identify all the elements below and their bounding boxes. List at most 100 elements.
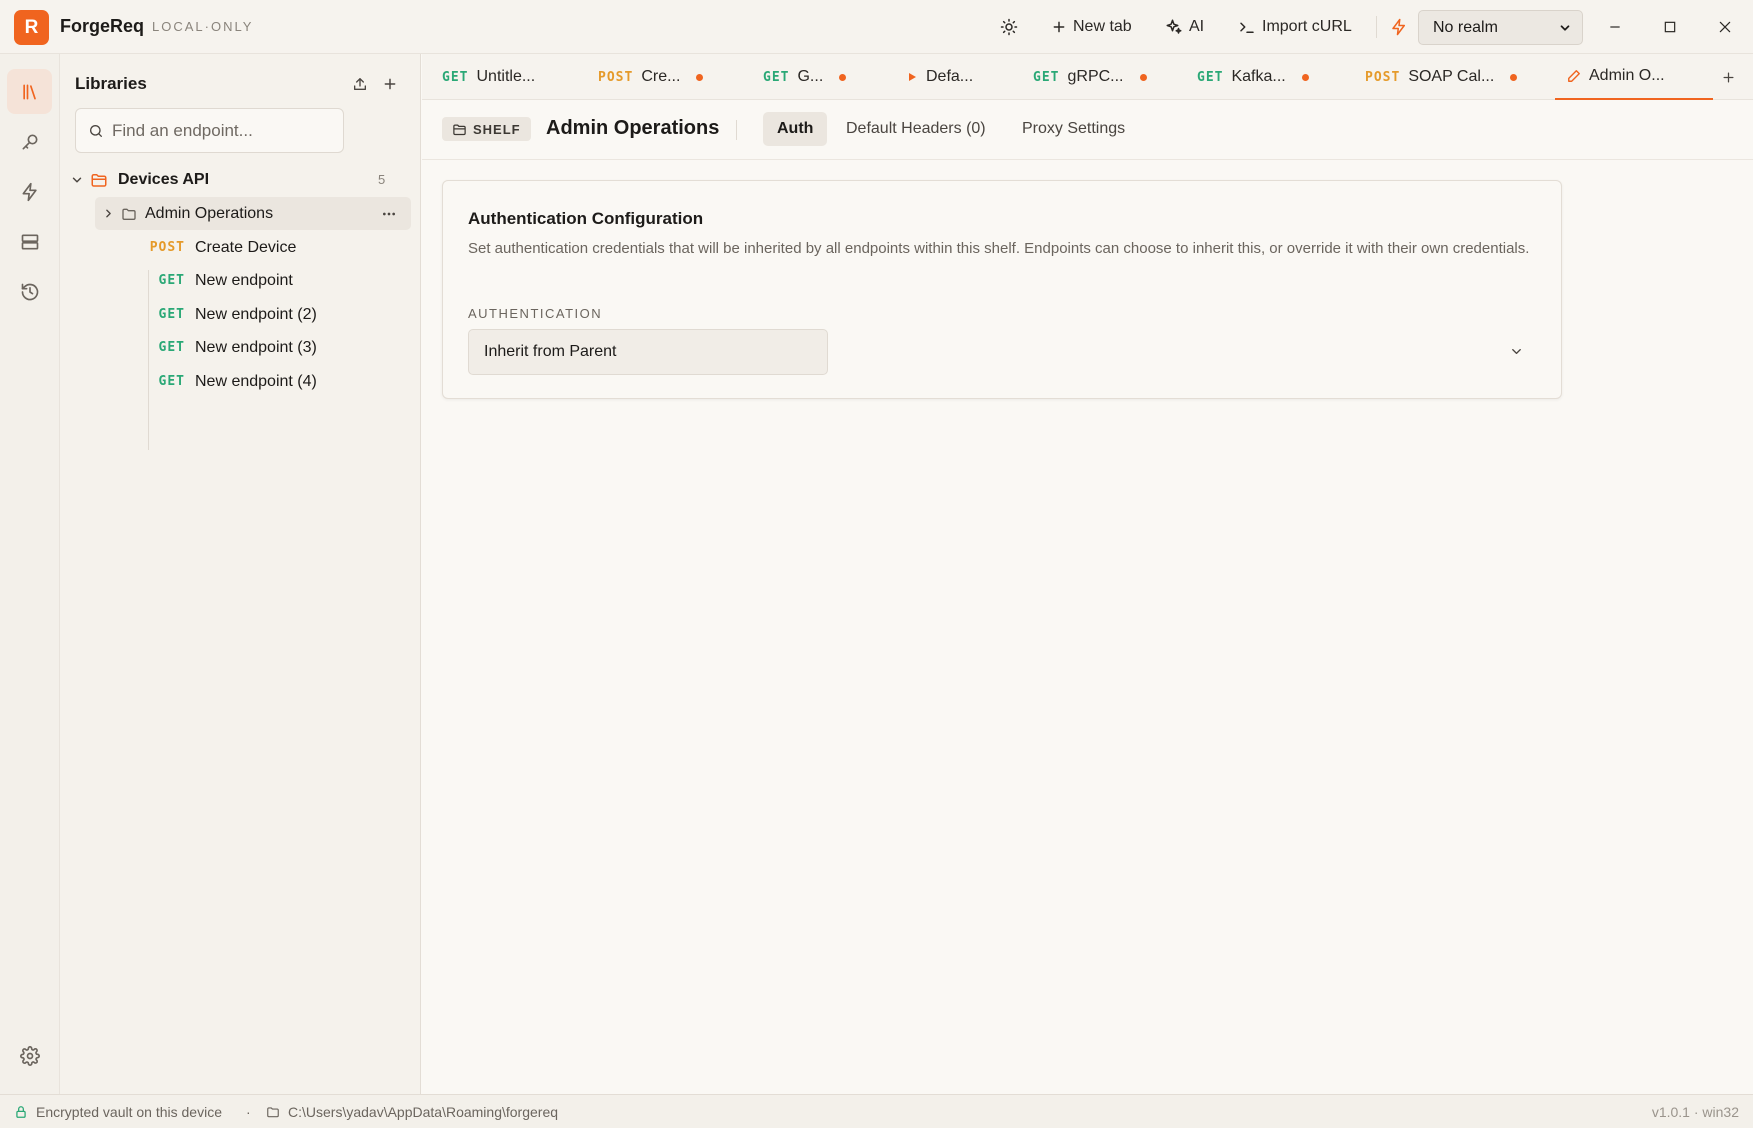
version-label: v1.0.1 · win32: [1651, 1104, 1739, 1120]
sparkles-icon: [1165, 18, 1183, 36]
sun-icon: [1000, 18, 1018, 36]
request-tab[interactable]: POST Cre...: [598, 54, 704, 100]
sidebar-title: Libraries: [75, 74, 147, 93]
rail-history-button[interactable]: [7, 269, 52, 314]
rail-libraries-button[interactable]: [7, 69, 52, 114]
server-icon: [20, 232, 40, 252]
method-badge: GET: [158, 340, 185, 355]
add-collection-button[interactable]: [380, 74, 400, 94]
upload-icon: [352, 76, 368, 92]
tab-proxy-settings[interactable]: Proxy Settings: [1008, 112, 1139, 146]
ai-button[interactable]: AI: [1165, 14, 1204, 40]
title-bar: R ForgeReq LOCAL·ONLY New tab AI Import …: [0, 0, 1753, 54]
shelf-header: SHELF Admin Operations Auth Default Head…: [422, 100, 1753, 160]
method-badge: GET: [158, 374, 185, 389]
tab-auth[interactable]: Auth: [763, 112, 828, 146]
endpoint-row[interactable]: GET New endpoint (2): [138, 298, 408, 331]
request-tab[interactable]: Defa...: [906, 54, 973, 100]
folder-icon: [121, 206, 137, 222]
unsaved-dot-icon: [696, 73, 704, 81]
endpoint-row[interactable]: POST Create Device: [138, 231, 408, 264]
rail-settings-button[interactable]: [7, 1033, 52, 1078]
tab-method: GET: [1033, 69, 1060, 85]
request-tab-strip: GET Untitle... POST Cre... GET G... Defa…: [422, 54, 1753, 100]
search-input[interactable]: [112, 120, 332, 141]
theme-toggle-button[interactable]: [1000, 14, 1018, 40]
new-tab-button[interactable]: New tab: [1051, 14, 1132, 40]
export-button[interactable]: [350, 74, 370, 94]
maximize-button[interactable]: [1659, 16, 1681, 38]
folder-row[interactable]: Admin Operations: [95, 197, 411, 230]
pencil-icon: [1567, 69, 1581, 83]
request-tab-active[interactable]: Admin O...: [1555, 54, 1713, 100]
unsaved-dot-icon: [1139, 73, 1147, 81]
auth-config-card: Authentication Configuration Set authent…: [442, 180, 1562, 399]
rail-keys-button[interactable]: [7, 119, 52, 164]
folder-open-icon: [90, 171, 108, 189]
endpoint-name: New endpoint (3): [195, 338, 317, 356]
endpoint-row[interactable]: GET New endpoint (4): [138, 365, 408, 398]
endpoint-search[interactable]: [75, 108, 344, 153]
terminal-icon: [1238, 18, 1256, 36]
minimize-button[interactable]: [1604, 16, 1626, 38]
collection-row[interactable]: Devices API 5: [68, 163, 413, 196]
folder-open-icon: [452, 122, 467, 137]
auth-field-label: AUTHENTICATION: [468, 306, 603, 321]
card-description: Set authentication credentials that will…: [468, 240, 1530, 257]
folder-icon: [266, 1105, 280, 1119]
chevron-down-icon: [1558, 21, 1572, 35]
rail-actions-button[interactable]: [7, 169, 52, 214]
endpoint-name: New endpoint (4): [195, 372, 317, 390]
request-tab[interactable]: GET gRPC...: [1033, 54, 1147, 100]
realm-bolt-icon: [1390, 14, 1408, 40]
tab-method: POST: [598, 69, 634, 85]
import-curl-button[interactable]: Import cURL: [1238, 14, 1352, 40]
tab-method: GET: [1197, 69, 1224, 85]
status-separator: ·: [246, 1104, 251, 1120]
chevron-down-icon: [1509, 344, 1524, 359]
request-tab[interactable]: POST SOAP Cal...: [1365, 54, 1518, 100]
gear-icon: [19, 1045, 40, 1066]
method-badge: GET: [158, 307, 185, 322]
tab-label: G...: [797, 68, 824, 85]
tab-method: GET: [442, 69, 469, 85]
unsaved-dot-icon: [839, 73, 847, 81]
tab-label: Kafka...: [1231, 68, 1286, 85]
import-curl-label: Import cURL: [1262, 18, 1352, 35]
auth-type-select[interactable]: Inherit from Parent: [468, 329, 1538, 375]
collection-name: Devices API: [118, 170, 210, 188]
plus-icon: [1721, 70, 1736, 85]
close-icon: [1717, 19, 1733, 35]
collection-count: 5: [378, 172, 386, 187]
request-tab[interactable]: GET Kafka...: [1197, 54, 1309, 100]
method-badge: POST: [149, 240, 185, 255]
card-title: Authentication Configuration: [468, 209, 704, 228]
request-tab[interactable]: GET G...: [763, 54, 847, 100]
chevron-right-icon: [102, 207, 115, 220]
shelf-badge-label: SHELF: [473, 121, 521, 137]
add-tab-button[interactable]: [1718, 67, 1738, 87]
history-icon: [20, 282, 40, 302]
endpoint-row[interactable]: GET New endpoint: [138, 264, 408, 297]
tab-label: Untitle...: [476, 68, 536, 85]
folder-name: Admin Operations: [145, 204, 274, 222]
more-icon[interactable]: [381, 206, 397, 222]
rail-servers-button[interactable]: [7, 219, 52, 264]
toolbar-divider: [1376, 16, 1377, 38]
libraries-sidebar: Libraries Devices API 5 Admi: [60, 54, 421, 1094]
request-tab[interactable]: GET Untitle...: [442, 54, 535, 100]
endpoint-name: New endpoint: [195, 271, 293, 289]
shelf-title: Admin Operations: [546, 117, 720, 139]
tab-label: Admin O...: [1589, 67, 1665, 84]
chevron-down-icon: [70, 173, 84, 187]
endpoint-name: New endpoint (2): [195, 305, 317, 323]
tab-default-headers[interactable]: Default Headers (0): [832, 112, 1000, 146]
bolt-icon: [20, 182, 40, 202]
status-bar: Encrypted vault on this device · C:\User…: [0, 1094, 1753, 1128]
endpoint-row[interactable]: GET New endpoint (3): [138, 331, 408, 364]
method-badge: GET: [158, 273, 185, 288]
realm-select[interactable]: No realm: [1418, 10, 1583, 45]
close-window-button[interactable]: [1714, 16, 1736, 38]
app-name: ForgeReq: [60, 16, 145, 36]
tab-label: SOAP Cal...: [1408, 68, 1495, 85]
